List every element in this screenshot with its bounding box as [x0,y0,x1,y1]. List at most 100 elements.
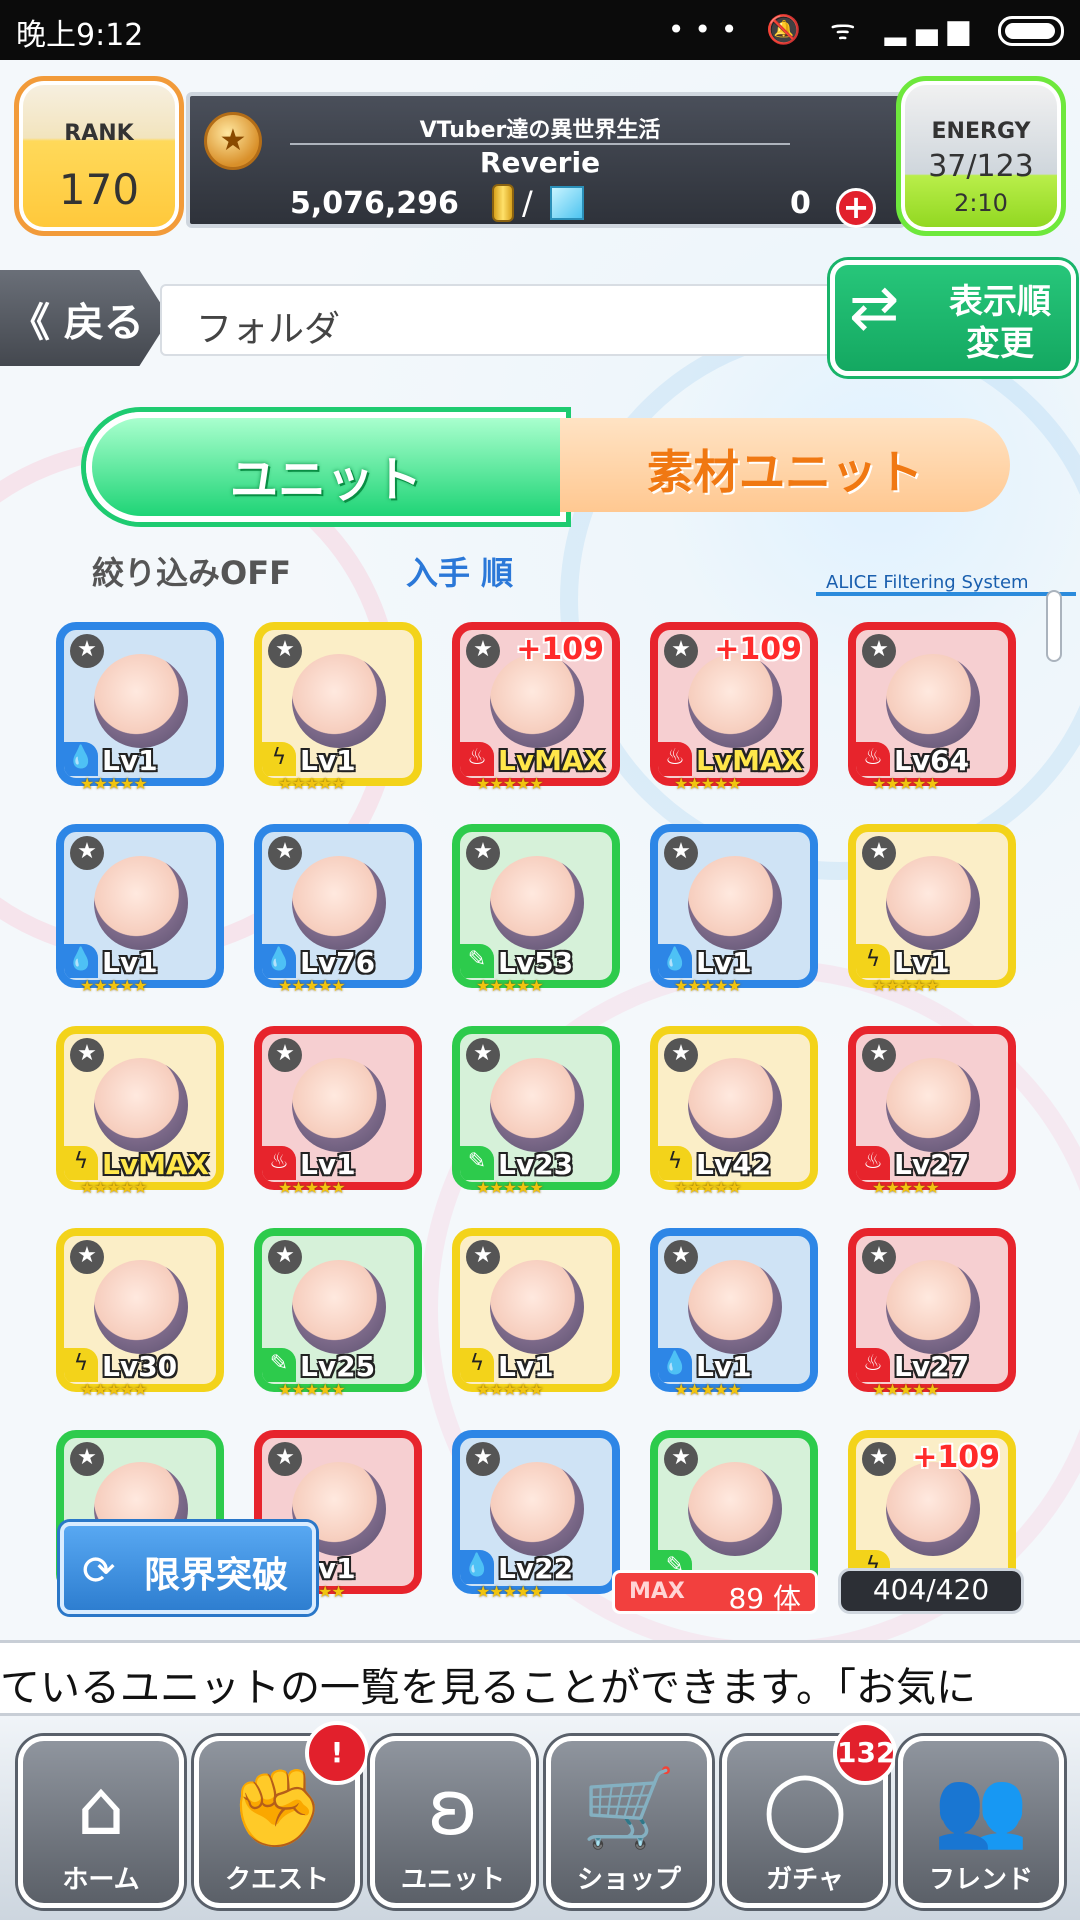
favorite-star-icon[interactable]: ★ [70,1442,104,1476]
favorite-star-icon[interactable]: ★ [862,1038,896,1072]
medal-icon[interactable]: ★ [204,112,262,170]
rarity-stars: ★★★★★ [80,1380,148,1399]
unit-card[interactable]: ★ ϟ Lv1 ★★★★★ [452,1228,620,1400]
nav-handshake[interactable]: ✊ クエスト! [194,1721,369,1908]
unit-portrait [94,1058,188,1152]
unit-card[interactable]: ★ ✎ Lv23 ★★★★★ [452,1026,620,1198]
nav-badge: 132 [833,1721,897,1785]
water-element-icon: 💧 [262,944,296,978]
fire-element-icon: ♨ [262,1146,296,1180]
favorite-star-icon[interactable]: ★ [862,634,896,668]
favorite-star-icon[interactable]: ★ [664,634,698,668]
favorite-star-icon[interactable]: ★ [70,1038,104,1072]
unit-card[interactable]: ★ 💧 Lv1 ★★★★★ [56,824,224,996]
rarity-stars: ★★★★★ [674,774,742,793]
unit-card[interactable]: ★ 💧 Lv76 ★★★★★ [254,824,422,996]
nav-bunny[interactable]: ʚ ユニット [370,1736,536,1908]
thunder-element-icon: ϟ [856,944,890,978]
favorite-star-icon[interactable]: ★ [862,1442,896,1476]
unit-card[interactable]: ★ ✎ Lv25 ★★★★★ [254,1228,422,1400]
sort-order-button[interactable]: ⇄ 表示順 変更 [830,260,1076,376]
unit-card[interactable]: ★ 💧 Lv1 ★★★★★ [56,622,224,794]
favorite-star-icon[interactable]: ★ [466,1442,500,1476]
unit-card[interactable]: ★ 💧 Lv1 ★★★★★ [650,824,818,996]
unit-portrait [94,654,188,748]
favorite-star-icon[interactable]: ★ [70,634,104,668]
currency-separator: / [522,184,533,222]
favorite-star-icon[interactable]: ★ [862,836,896,870]
favorite-star-icon[interactable]: ★ [70,1240,104,1274]
unit-card[interactable]: ★ ♨Lv1★★★★★ [254,1026,422,1198]
scrollbar-thumb[interactable] [1046,590,1062,662]
sort-order-toggle[interactable]: 入手 順 [406,548,513,594]
rarity-stars: ★★★★★ [872,774,940,793]
unit-card[interactable]: ★ 💧 Lv1 ★★★★★ [650,1228,818,1400]
fire-element-icon: ♨ [460,742,494,776]
unit-card-frame: ★ ♨ LvMAX +109 [650,622,818,786]
nav-home[interactable]: ⌂ ホーム [18,1736,184,1908]
unit-card-frame: ★ 💧 Lv76 [254,824,422,988]
cart-icon: 🛒 [581,1763,677,1852]
unit-card[interactable]: ★ ϟ LvMAX ★★★★★ [56,1026,224,1198]
folder-selector[interactable]: フォルダ [160,284,860,356]
tab-unit[interactable]: ユニット [86,412,566,522]
favorite-star-icon[interactable]: ★ [268,634,302,668]
filter-toggle[interactable]: 絞り込みOFF [92,548,291,594]
unit-card[interactable]: ★ ♨ LvMAX +109 ★★★★★ [650,622,818,794]
ticker-text: ているユニットの一覧を見ることができます。「お気に [0,1665,976,1711]
limit-break-button[interactable]: ⟳ 限界突破 [60,1522,316,1614]
favorite-star-icon[interactable]: ★ [862,1240,896,1274]
fire-element-icon: ♨ [856,742,890,776]
unit-card-frame: ★ ϟ Lv1 [848,824,1016,988]
favorite-star-icon[interactable]: ★ [466,1240,500,1274]
unit-card[interactable]: ★ ♨ Lv64 ★★★★★ [848,622,1016,794]
unit-card[interactable]: ★ ϟ Lv30 ★★★★★ [56,1228,224,1400]
unit-level: Lv53 [498,946,574,979]
back-button[interactable]: 《 戻る [0,270,170,366]
favorite-star-icon[interactable]: ★ [268,1240,302,1274]
favorite-star-icon[interactable]: ★ [268,1038,302,1072]
unit-card[interactable]: ★ ϟ Lv1 ★★★★★ [848,824,1016,996]
favorite-star-icon[interactable]: ★ [664,836,698,870]
nav-cart[interactable]: 🛒 ショップ [546,1736,712,1908]
unit-card[interactable]: ★ ϟ Lv42 ★★★★★ [650,1026,818,1198]
unit-card[interactable]: ★ 💧 Lv22 ★★★★★ [452,1430,620,1602]
rank-panel: RANK 170 [14,76,184,236]
favorite-star-icon[interactable]: ★ [466,1038,500,1072]
rank-value: 170 [58,165,140,214]
unit-level: Lv30 [102,1350,178,1383]
unit-card[interactable]: ★ ♨ Lv27 ★★★★★ [848,1228,1016,1400]
unit-plus-value: +109 [516,632,604,667]
unit-level: Lv25 [300,1350,376,1383]
favorite-star-icon[interactable]: ★ [268,1442,302,1476]
max-tag: MAX [629,1579,685,1604]
water-element-icon: 💧 [460,1550,494,1584]
unit-card[interactable]: ★ ♨ Lv27 ★★★★★ [848,1026,1016,1198]
rarity-stars: ★★★★★ [278,774,346,793]
rarity-stars: ★★★★★ [278,976,346,995]
unit-level: Lv1 [894,946,950,979]
favorite-star-icon[interactable]: ★ [664,1038,698,1072]
energy-panel: ENERGY 37/123 2:10 [896,76,1066,236]
buy-gems-button[interactable]: + [836,188,876,228]
favorite-star-icon[interactable]: ★ [664,1240,698,1274]
favorite-star-icon[interactable]: ★ [70,836,104,870]
player-title: VTuber達の異世界生活 [419,118,661,143]
unit-card[interactable]: ★ ✎ Lv53 ★★★★★ [452,824,620,996]
tab-material-unit[interactable]: 素材ユニット [560,418,1010,512]
favorite-star-icon[interactable]: ★ [268,836,302,870]
rarity-stars: ★★★★★ [476,976,544,995]
unit-card[interactable]: ★ ϟ Lv1 ★★★★★ [254,622,422,794]
nav-egg[interactable]: ◯ ガチャ 132 [722,1721,897,1908]
unit-level: Lv23 [498,1148,574,1181]
favorite-star-icon[interactable]: ★ [466,634,500,668]
favorite-star-icon[interactable]: ★ [664,1442,698,1476]
unit-portrait [94,1260,188,1354]
nav-friends[interactable]: 👥 フレンド [898,1736,1064,1908]
favorite-star-icon[interactable]: ★ [466,836,500,870]
scrollbar[interactable] [1046,590,1064,1630]
rarity-stars: ★★★★★ [80,976,148,995]
rarity-stars: ★★★★★ [80,1178,148,1197]
title-divider [290,143,790,145]
unit-card[interactable]: ★ ♨ LvMAX +109 ★★★★★ [452,622,620,794]
